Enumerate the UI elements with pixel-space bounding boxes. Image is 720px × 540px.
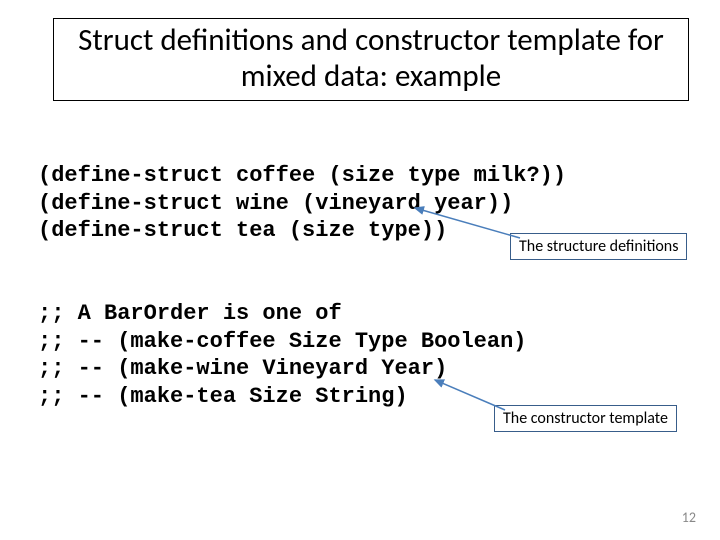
code-struct-definitions: (define-struct coffee (size type milk?))… — [38, 162, 566, 245]
callout-text: The structure definitions — [519, 237, 678, 256]
code-constructor-template: ;; A BarOrder is one of ;; -- (make-coff… — [38, 300, 526, 410]
callout-constructor-template: The constructor template — [494, 405, 677, 432]
title-text: Struct definitions and constructor templ… — [78, 21, 664, 95]
callout-structure-definitions: The structure definitions — [510, 233, 687, 260]
page-number: 12 — [682, 509, 696, 526]
slide-title: Struct definitions and constructor templ… — [53, 18, 689, 101]
callout-text: The constructor template — [503, 409, 668, 428]
